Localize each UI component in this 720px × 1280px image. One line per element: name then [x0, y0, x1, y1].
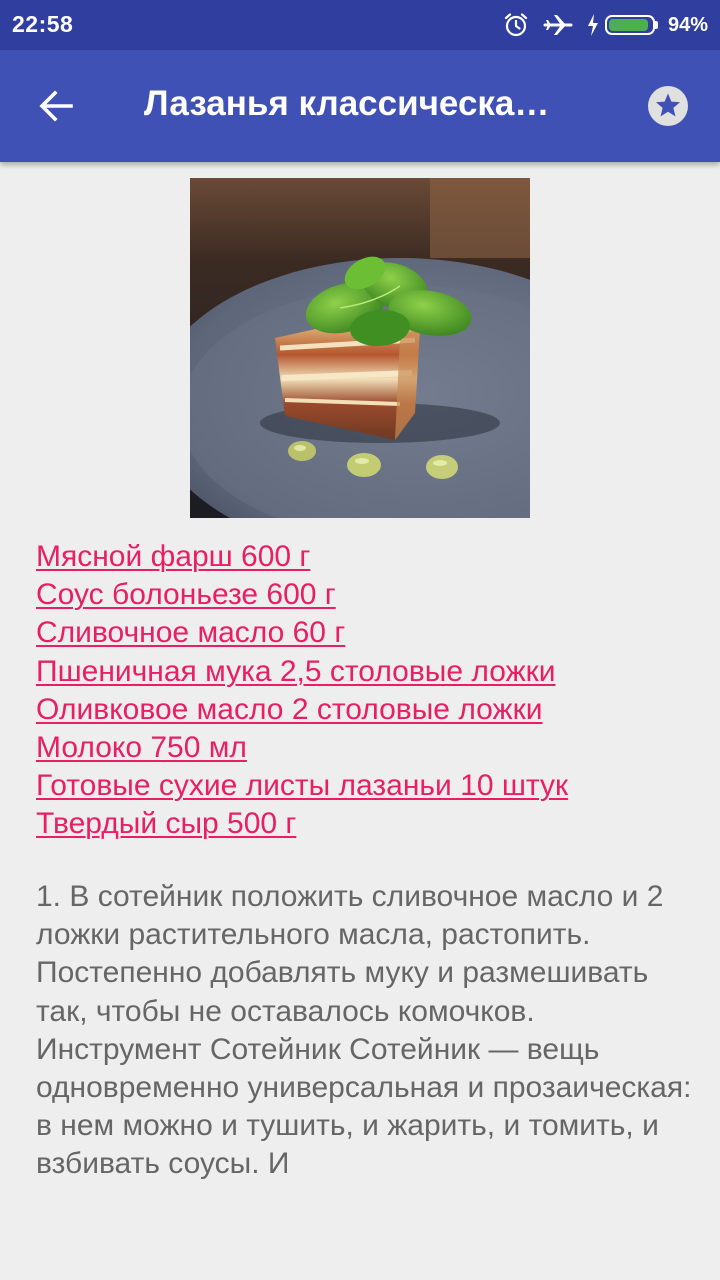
star-icon: [648, 86, 688, 126]
recipe-instructions: 1. В сотейник положить сливочное масло и…: [36, 880, 692, 1181]
ingredient-link[interactable]: Твердый сыр 500 г: [36, 805, 696, 843]
alarm-icon: [503, 12, 529, 38]
status-time: 22:58: [12, 11, 74, 37]
status-icons: 94%: [489, 0, 708, 50]
ingredient-link[interactable]: Молоко 750 мл: [36, 729, 696, 767]
battery-percent: 94%: [667, 13, 708, 36]
status-bar: 22:58 94%: [0, 0, 720, 50]
ingredient-link[interactable]: Готовые сухие листы лазаньи 10 штук: [36, 767, 696, 805]
battery-fill: [608, 19, 649, 31]
ingredient-link[interactable]: Сливочное масло 60 г: [36, 614, 696, 652]
app-bar: Лазанья классическа…: [0, 50, 720, 162]
battery-tip: [654, 21, 658, 29]
ingredient-link[interactable]: Соус болоньезе 600 г: [36, 576, 696, 614]
charging-icon: [587, 14, 599, 36]
battery-icon: [604, 15, 658, 35]
ingredient-list: Мясной фарш 600 г Соус болоньезе 600 г С…: [36, 538, 696, 844]
arrow-back-icon: [39, 90, 73, 122]
back-button[interactable]: [22, 72, 90, 140]
recipe-image: [190, 178, 530, 518]
ingredient-link[interactable]: Оливковое масло 2 столовые ложки: [36, 691, 696, 729]
favorite-button[interactable]: [640, 78, 696, 134]
airplane-mode-icon: [543, 12, 573, 38]
ingredient-link[interactable]: Пшеничная мука 2,5 столовые ложки: [36, 653, 696, 691]
ingredient-link[interactable]: Мясной фарш 600 г: [36, 538, 696, 576]
page-title: Лазанья классическа…: [144, 84, 550, 123]
battery-body: [604, 15, 655, 35]
